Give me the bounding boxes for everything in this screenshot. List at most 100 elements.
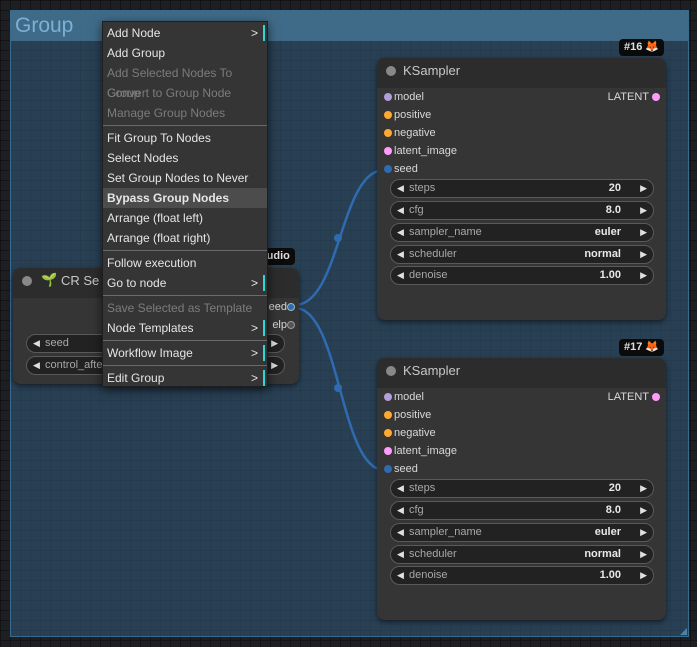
input-dot-icon[interactable] [384, 429, 392, 437]
output-dot-icon[interactable] [652, 393, 660, 401]
increment-arrow-icon[interactable]: ▶ [640, 246, 647, 263]
ksampler-17-input-latent-image[interactable]: latent_image [384, 442, 457, 460]
output-dot-icon[interactable] [287, 321, 295, 329]
increment-arrow-icon[interactable]: ▶ [640, 267, 647, 284]
submenu-arrow-icon: > [250, 276, 258, 290]
input-dot-icon[interactable] [384, 447, 392, 455]
increment-arrow-icon[interactable]: ▶ [640, 224, 647, 241]
ksampler-17-title-bar[interactable]: KSampler [377, 358, 666, 388]
submenu-indicator [263, 345, 265, 361]
menu-item-add-group[interactable]: Add Group [103, 43, 267, 63]
seedling-icon: 🌱 [41, 272, 58, 287]
menu-item-add-node[interactable]: Add Node > [103, 23, 267, 43]
input-dot-icon[interactable] [384, 147, 392, 155]
input-dot-icon[interactable] [384, 411, 392, 419]
input-dot-icon[interactable] [384, 129, 392, 137]
ksampler-17-badge: #17 🦊 [619, 339, 665, 356]
ksampler-17-widget-steps[interactable]: ◀ steps 20 ▶ [390, 479, 654, 498]
ksampler-17-input-positive[interactable]: positive [384, 406, 431, 424]
ksampler-17-input-seed[interactable]: seed [384, 460, 418, 478]
decrement-arrow-icon[interactable]: ◀ [33, 357, 40, 374]
output-dot-icon[interactable] [652, 93, 660, 101]
output-dot-icon[interactable] [287, 303, 295, 311]
menu-separator [103, 125, 267, 126]
submenu-arrow-icon: > [250, 371, 258, 385]
ksampler-17-input-negative[interactable]: negative [384, 424, 436, 442]
submenu-indicator [263, 275, 265, 291]
increment-arrow-icon[interactable]: ▶ [640, 502, 647, 519]
ksampler-17-input-model[interactable]: model [384, 388, 424, 406]
decrement-arrow-icon[interactable]: ◀ [397, 202, 404, 219]
increment-arrow-icon[interactable]: ▶ [640, 567, 647, 584]
increment-arrow-icon[interactable]: ▶ [640, 524, 647, 541]
decrement-arrow-icon[interactable]: ◀ [397, 180, 404, 197]
ksampler-17-widget-scheduler[interactable]: ◀ scheduler normal ▶ [390, 545, 654, 564]
increment-arrow-icon[interactable]: ▶ [640, 546, 647, 563]
group-title: Group [15, 14, 74, 37]
ksampler-16-output-latent[interactable]: LATENT [569, 88, 660, 106]
decrement-arrow-icon[interactable]: ◀ [397, 246, 404, 263]
decrement-arrow-icon[interactable]: ◀ [397, 567, 404, 584]
group-resize-handle[interactable] [680, 628, 687, 635]
menu-separator [103, 295, 267, 296]
increment-arrow-icon[interactable]: ▶ [640, 202, 647, 219]
collapse-dot-icon[interactable] [386, 66, 396, 76]
decrement-arrow-icon[interactable]: ◀ [397, 546, 404, 563]
menu-item-set-group-nodes-to-never[interactable]: Set Group Nodes to Never [103, 168, 267, 188]
decrement-arrow-icon[interactable]: ◀ [397, 502, 404, 519]
increment-arrow-icon[interactable]: ▶ [271, 335, 278, 352]
menu-item-add-selected-nodes-to-group: Add Selected Nodes To Group [107, 66, 233, 100]
submenu-arrow-icon: > [250, 346, 258, 360]
submenu-indicator [263, 320, 265, 336]
menu-item-save-selected-as-template: Save Selected as Template [107, 301, 253, 315]
increment-arrow-icon[interactable]: ▶ [640, 480, 647, 497]
menu-item-go-to-node[interactable]: Go to node > [103, 273, 267, 293]
input-dot-icon[interactable] [384, 93, 392, 101]
submenu-indicator [263, 370, 265, 386]
ksampler-17-widget-denoise[interactable]: ◀ denoise 1.00 ▶ [390, 566, 654, 585]
ksampler-16-input-negative[interactable]: negative [384, 124, 436, 142]
menu-separator [103, 250, 267, 251]
ksampler-16-title-bar[interactable]: KSampler [377, 58, 666, 88]
decrement-arrow-icon[interactable]: ◀ [397, 480, 404, 497]
decrement-arrow-icon[interactable]: ◀ [397, 524, 404, 541]
input-dot-icon[interactable] [384, 165, 392, 173]
ksampler-16-input-seed[interactable]: seed [384, 160, 418, 178]
increment-arrow-icon[interactable]: ▶ [640, 180, 647, 197]
increment-arrow-icon[interactable]: ▶ [271, 357, 278, 374]
menu-item-arrange-float-left[interactable]: Arrange (float left) [103, 208, 267, 228]
decrement-arrow-icon[interactable]: ◀ [397, 224, 404, 241]
fox-icon: 🦊 [645, 341, 660, 353]
ksampler-17-widget-sampler-name[interactable]: ◀ sampler_name euler ▶ [390, 523, 654, 542]
ksampler-16-input-positive[interactable]: positive [384, 106, 431, 124]
collapse-dot-icon[interactable] [22, 276, 32, 286]
collapse-dot-icon[interactable] [386, 366, 396, 376]
ksampler-17-widget-cfg[interactable]: ◀ cfg 8.0 ▶ [390, 501, 654, 520]
menu-item-follow-execution[interactable]: Follow execution [103, 253, 267, 273]
ksampler-node-16[interactable]: KSampler model LATENT positive negative … [377, 58, 666, 320]
ksampler-16-widget-scheduler[interactable]: ◀ scheduler normal ▶ [390, 245, 654, 264]
ksampler-16-widget-sampler-name[interactable]: ◀ sampler_name euler ▶ [390, 223, 654, 242]
group-context-menu[interactable]: Add Node > Add Group Add Selected Nodes … [102, 21, 268, 387]
menu-item-fit-group-to-nodes[interactable]: Fit Group To Nodes [103, 128, 267, 148]
menu-item-node-templates[interactable]: Node Templates > [103, 318, 267, 338]
input-dot-icon[interactable] [384, 465, 392, 473]
menu-item-arrange-float-right[interactable]: Arrange (float right) [103, 228, 267, 248]
ksampler-16-widget-cfg[interactable]: ◀ cfg 8.0 ▶ [390, 201, 654, 220]
input-dot-icon[interactable] [384, 393, 392, 401]
menu-item-bypass-group-nodes[interactable]: Bypass Group Nodes [103, 188, 267, 208]
ksampler-16-input-latent-image[interactable]: latent_image [384, 142, 457, 160]
ksampler-16-input-model[interactable]: model [384, 88, 424, 106]
ksampler-17-title: KSampler [403, 363, 461, 378]
decrement-arrow-icon[interactable]: ◀ [33, 335, 40, 352]
ksampler-16-badge: #16 🦊 [619, 39, 665, 56]
ksampler-16-widget-steps[interactable]: ◀ steps 20 ▶ [390, 179, 654, 198]
ksampler-16-widget-denoise[interactable]: ◀ denoise 1.00 ▶ [390, 266, 654, 285]
input-dot-icon[interactable] [384, 111, 392, 119]
menu-item-edit-group[interactable]: Edit Group > [103, 368, 267, 388]
ksampler-17-output-latent[interactable]: LATENT [569, 388, 660, 406]
ksampler-node-17[interactable]: KSampler model LATENT positive negative … [377, 358, 666, 620]
menu-item-select-nodes[interactable]: Select Nodes [103, 148, 267, 168]
menu-item-workflow-image[interactable]: Workflow Image > [103, 343, 267, 363]
decrement-arrow-icon[interactable]: ◀ [397, 267, 404, 284]
